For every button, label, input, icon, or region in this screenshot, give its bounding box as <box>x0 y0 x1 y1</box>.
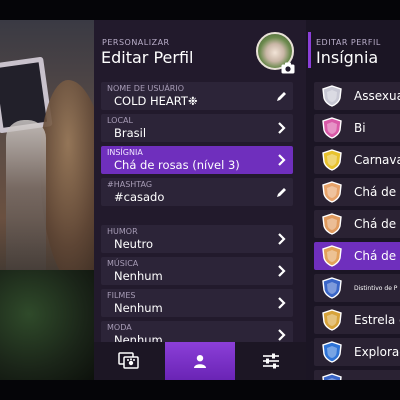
page-title: Editar Perfil <box>101 48 194 67</box>
badge-name: Distintivo de P <box>354 285 398 292</box>
top-letterbox <box>0 0 400 20</box>
field-value: Chá de rosas (nível 3) <box>114 158 240 172</box>
foliage-art <box>0 270 96 380</box>
pencil-icon[interactable] <box>275 89 287 103</box>
chevron-right-icon[interactable] <box>275 296 287 310</box>
panel-kicker: EDITAR PERFIL <box>316 38 381 47</box>
field-badge[interactable]: INSÍGNIA Chá de rosas (nível 3) <box>101 146 293 174</box>
header-accent-bar <box>308 32 311 68</box>
shield-badge-icon <box>322 245 342 267</box>
badge-name: Bi <box>354 121 366 135</box>
shield-badge-icon <box>322 309 342 331</box>
background-artwork <box>0 20 96 380</box>
badge-item[interactable]: Carnava <box>314 146 400 174</box>
field-value: #casado <box>114 190 165 204</box>
field-label: FILMES <box>107 291 136 300</box>
badge-name: Carnava <box>354 153 400 167</box>
badge-name: Chá de r <box>354 185 400 199</box>
field-label: #HASHTAG <box>107 180 153 189</box>
bottom-letterbox <box>0 380 400 400</box>
field-mood[interactable]: HUMOR Neutro <box>101 225 293 253</box>
shield-badge-icon <box>322 85 342 107</box>
badge-item[interactable]: Explorad <box>314 338 400 366</box>
badge-item[interactable]: Estrela d <box>314 306 400 334</box>
camera-icon[interactable] <box>281 62 295 74</box>
tab-settings[interactable] <box>236 342 306 380</box>
chevron-right-icon[interactable] <box>275 153 287 167</box>
field-value: Nenhum <box>114 301 163 315</box>
field-hashtag[interactable]: #HASHTAG #casado <box>101 178 293 206</box>
field-label: INSÍGNIA <box>107 148 143 157</box>
field-value: Neutro <box>114 237 153 251</box>
badge-name: Chá de r <box>354 249 400 263</box>
badge-name: Assexua <box>354 89 400 103</box>
badge-item[interactable]: Chá de r <box>314 178 400 206</box>
tab-pet-pictures[interactable] <box>94 342 164 380</box>
field-label: HUMOR <box>107 227 138 236</box>
badge-name: Estrela d <box>354 313 400 327</box>
pencil-icon[interactable] <box>275 185 287 199</box>
field-username[interactable]: NOME DE USUÁRIO COLD HEART❉ <box>101 82 293 110</box>
field-label: MÚSICA <box>107 259 139 268</box>
badge-item[interactable]: Assexua <box>314 82 400 110</box>
tab-profile[interactable] <box>165 342 235 380</box>
badge-item[interactable] <box>314 370 400 380</box>
chevron-right-icon[interactable] <box>275 121 287 135</box>
field-movies[interactable]: FILMES Nenhum <box>101 289 293 317</box>
badge-picker-panel: EDITAR PERFIL Insígnia Assexua Bi Carnava C… <box>306 20 400 380</box>
profile-icon <box>194 355 206 368</box>
eagle-wing-art <box>40 80 96 290</box>
settings-sliders-icon <box>263 353 279 369</box>
field-value: Brasil <box>114 126 147 140</box>
field-location[interactable]: LOCAL Brasil <box>101 114 293 142</box>
field-label: MODA <box>107 323 132 332</box>
badge-item[interactable]: Bi <box>314 114 400 142</box>
edit-profile-panel: PERSONALIZAR Editar Perfil NOME DE USUÁR… <box>94 20 306 380</box>
character-figure-art <box>6 120 46 290</box>
badge-name: Chá de r <box>354 217 400 231</box>
shield-badge-icon <box>322 149 342 171</box>
badge-name: Explorad <box>354 345 400 359</box>
badge-item[interactable]: Chá de r <box>314 210 400 238</box>
pet-picture-icon <box>118 352 139 369</box>
field-music[interactable]: MÚSICA Nenhum <box>101 257 293 285</box>
panel-kicker: PERSONALIZAR <box>102 38 170 47</box>
chevron-right-icon[interactable] <box>275 264 287 278</box>
shield-badge-icon <box>322 117 342 139</box>
profile-tab-bar <box>94 342 306 380</box>
shield-badge-icon <box>322 341 342 363</box>
edit-profile-header: PERSONALIZAR Editar Perfil <box>94 20 306 80</box>
field-value: Nenhum <box>114 269 163 283</box>
field-label: LOCAL <box>107 116 133 125</box>
badge-item[interactable]: Distintivo de P <box>314 274 400 302</box>
page-title: Insígnia <box>316 48 379 67</box>
chevron-right-icon[interactable] <box>275 328 287 342</box>
game-screen: PERSONALIZAR Editar Perfil NOME DE USUÁR… <box>0 20 400 380</box>
field-value: COLD HEART❉ <box>114 94 198 108</box>
shield-badge-icon <box>322 213 342 235</box>
shield-badge-icon <box>322 277 342 299</box>
field-label: NOME DE USUÁRIO <box>107 84 185 93</box>
shield-badge-icon <box>322 181 342 203</box>
badge-item[interactable]: Chá de r <box>314 242 400 270</box>
chevron-right-icon[interactable] <box>275 232 287 246</box>
shield-badge-icon <box>322 373 342 380</box>
